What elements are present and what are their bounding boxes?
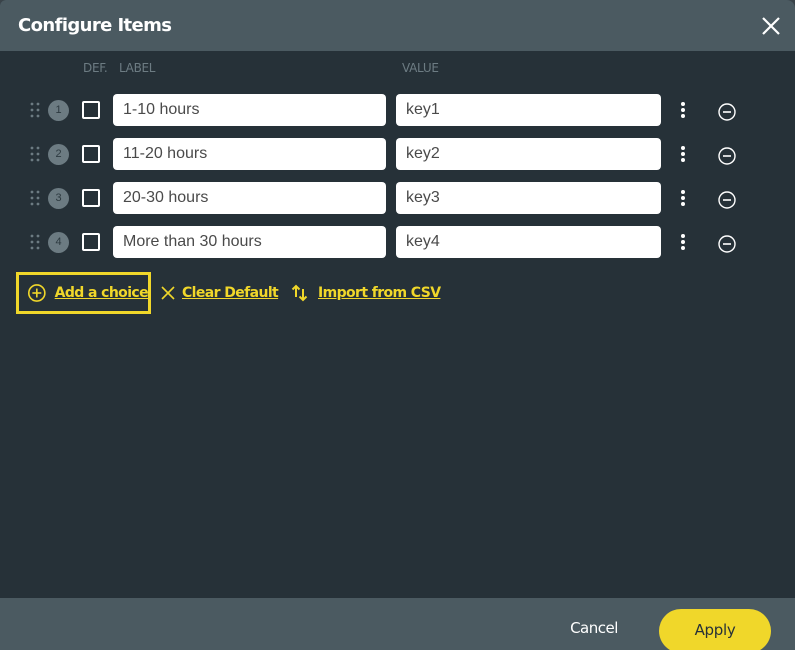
value-input[interactable]: [396, 182, 661, 214]
apply-button[interactable]: Apply: [659, 609, 771, 650]
import-csv-button[interactable]: Import from CSV: [291, 282, 441, 304]
drag-handle-icon[interactable]: [30, 234, 40, 250]
more-options-icon[interactable]: [677, 188, 689, 210]
value-input[interactable]: [396, 94, 661, 126]
default-checkbox[interactable]: [82, 233, 100, 251]
remove-item-icon[interactable]: [717, 146, 737, 166]
item-index-badge: 1: [48, 100, 69, 121]
more-options-icon[interactable]: [677, 232, 689, 254]
label-input[interactable]: [113, 94, 386, 126]
default-checkbox[interactable]: [82, 101, 100, 119]
label-input[interactable]: [113, 138, 386, 170]
default-checkbox[interactable]: [82, 189, 100, 207]
column-header-default: DEF.: [83, 61, 108, 75]
value-input[interactable]: [396, 226, 661, 258]
item-row: 4: [0, 226, 795, 258]
remove-item-icon[interactable]: [717, 102, 737, 122]
more-options-icon[interactable]: [677, 144, 689, 166]
item-row: 2: [0, 138, 795, 170]
configure-items-dialog: Configure Items DEF. LABEL VALUE 1 1-10 …: [0, 0, 795, 650]
cancel-button[interactable]: Cancel: [558, 619, 630, 641]
close-icon: [762, 17, 780, 35]
dialog-header: Configure Items: [0, 0, 795, 51]
label-input[interactable]: [113, 226, 386, 258]
default-checkbox[interactable]: [82, 145, 100, 163]
dialog-footer: Cancel Apply: [0, 598, 795, 650]
label-input[interactable]: [113, 182, 386, 214]
item-index-badge: 4: [48, 232, 69, 253]
dialog-title: Configure Items: [18, 15, 172, 36]
more-options-icon[interactable]: [677, 100, 689, 122]
value-input[interactable]: [396, 138, 661, 170]
item-index-badge: 3: [48, 188, 69, 209]
item-row: 3: [0, 182, 795, 214]
add-choice-label: Add a choice: [54, 285, 149, 301]
remove-item-icon[interactable]: [717, 190, 737, 210]
item-row: 1: [0, 94, 795, 126]
item-index-badge: 2: [48, 144, 69, 165]
drag-handle-icon[interactable]: [30, 190, 40, 206]
clear-default-button[interactable]: Clear Default: [160, 282, 279, 304]
list-actions: Add a choice Clear Default Import from C…: [0, 272, 795, 314]
plus-circle-icon: [27, 284, 46, 302]
close-button[interactable]: [760, 15, 782, 37]
x-icon: [161, 286, 175, 300]
drag-handle-icon[interactable]: [30, 146, 40, 162]
import-csv-label: Import from CSV: [318, 285, 441, 301]
column-header-value: VALUE: [402, 61, 439, 75]
swap-vertical-icon: [291, 284, 308, 302]
column-header-label: LABEL: [119, 61, 156, 75]
add-choice-button[interactable]: Add a choice: [16, 272, 151, 314]
clear-default-label: Clear Default: [182, 285, 279, 301]
remove-item-icon[interactable]: [717, 234, 737, 254]
drag-handle-icon[interactable]: [30, 102, 40, 118]
